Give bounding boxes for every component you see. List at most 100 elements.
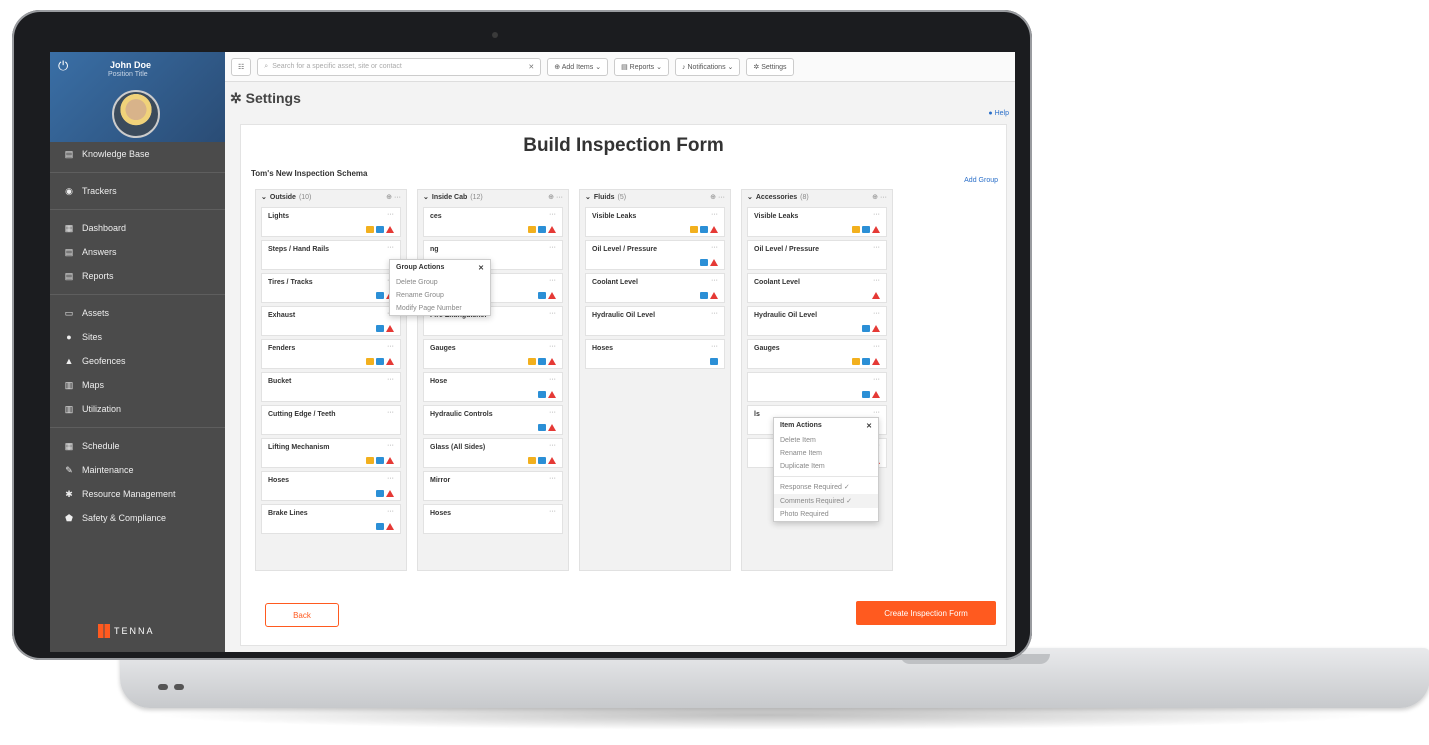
create-inspection-form-button[interactable]: Create Inspection Form <box>856 601 996 625</box>
sidebar-item-dashboard[interactable]: ▦ Dashboard <box>50 216 225 240</box>
form-item-card[interactable]: Lifting Mechanism ··· <box>261 438 401 468</box>
group-header[interactable]: ⌄ Outside (10) ⊕ ··· <box>256 190 406 204</box>
more-icon[interactable]: ··· <box>873 409 880 416</box>
avatar[interactable] <box>112 90 160 138</box>
more-icon[interactable]: ··· <box>711 343 718 350</box>
menu-item-rename-group[interactable]: Rename Group <box>390 289 490 302</box>
more-icon[interactable]: ··· <box>549 277 556 284</box>
help-link[interactable]: ● Help <box>988 110 1009 117</box>
more-icon[interactable]: ··· <box>873 343 880 350</box>
add-items-button[interactable]: ⊕ Add Items ⌄ <box>547 57 609 76</box>
sidebar-item-trackers[interactable]: ◉ Trackers <box>50 179 225 203</box>
group-header[interactable]: ⌄ Inside Cab (12) ⊕ ··· <box>418 190 568 204</box>
more-icon[interactable]: ··· <box>549 508 556 515</box>
add-group-link[interactable]: Add Group <box>964 177 998 184</box>
sidebar-item-maintenance[interactable]: ✎ Maintenance <box>50 458 225 482</box>
more-icon[interactable]: ··· <box>387 508 394 515</box>
form-item-card[interactable]: Hoses ··· <box>423 504 563 534</box>
settings-button[interactable]: ✲ Settings <box>746 57 794 76</box>
sidebar-item-utilization[interactable]: ▥ Utilization <box>50 397 225 421</box>
form-item-card[interactable]: Tires / Tracks··· <box>261 273 401 303</box>
form-item-card[interactable]: Hydraulic Oil Level ··· <box>585 306 725 336</box>
menu-item-rename-item[interactable]: Rename Item <box>774 447 878 460</box>
chevron-down-icon[interactable]: ⌄ <box>261 193 267 201</box>
more-icon[interactable]: ··· <box>873 376 880 383</box>
chevron-down-icon[interactable]: ⌄ <box>747 193 753 201</box>
form-item-card[interactable]: ces ··· <box>423 207 563 237</box>
sidebar-item-knowledge-base[interactable]: ▤ Knowledge Base <box>50 142 225 166</box>
more-icon[interactable]: ··· <box>387 409 394 416</box>
more-icon[interactable]: ··· <box>387 244 394 251</box>
sidebar-item-maps[interactable]: ▥ Maps <box>50 373 225 397</box>
more-icon[interactable]: ··· <box>387 376 394 383</box>
form-item-card[interactable]: Coolant Level ··· <box>585 273 725 303</box>
more-icon[interactable]: ··· <box>549 211 556 218</box>
clear-search-icon[interactable]: ✕ <box>528 63 534 71</box>
form-item-card[interactable]: Hydraulic Oil Level ··· <box>747 306 887 336</box>
search-input[interactable]: ⌕ Search for a specific asset, site or c… <box>257 57 542 76</box>
form-item-card[interactable]: Steps / Hand Rails ··· <box>261 240 401 270</box>
form-item-card[interactable]: Coolant Level ··· <box>747 273 887 303</box>
form-item-card[interactable]: Hoses ··· <box>585 339 725 369</box>
more-icon[interactable]: ··· <box>873 244 880 251</box>
form-item-card[interactable]: Visible Leaks ··· <box>747 207 887 237</box>
form-item-card[interactable]: Oil Level / Pressure ··· <box>747 240 887 270</box>
form-item-card[interactable]: Hoses ··· <box>261 471 401 501</box>
more-icon[interactable]: ··· <box>718 194 725 201</box>
toggle-response-required[interactable]: Response Required ✓ <box>774 480 878 494</box>
sidebar-item-resource-management[interactable]: ✱ Resource Management <box>50 482 225 506</box>
group-header[interactable]: ⌄ Fluids (5) ⊕ ··· <box>580 190 730 204</box>
form-item-card[interactable]: Oil Level / Pressure ··· <box>585 240 725 270</box>
chevron-down-icon[interactable]: ⌄ <box>585 193 591 201</box>
more-icon[interactable]: ··· <box>549 310 556 317</box>
more-icon[interactable]: ··· <box>387 211 394 218</box>
form-item-card[interactable]: Bucket ··· <box>261 372 401 402</box>
more-icon[interactable]: ··· <box>549 442 556 449</box>
more-icon[interactable]: ··· <box>711 277 718 284</box>
more-icon[interactable]: ··· <box>549 409 556 416</box>
toggle-comments-required[interactable]: Comments Required ✓ <box>774 494 878 508</box>
more-icon[interactable]: ··· <box>549 244 556 251</box>
menu-item-delete-group[interactable]: Delete Group <box>390 276 490 289</box>
schema-name[interactable]: Tom's New Inspection Schema <box>251 169 367 178</box>
reports-button[interactable]: ▤ Reports ⌄ <box>614 57 669 76</box>
form-item-card[interactable]: ··· <box>747 372 887 402</box>
sidebar-item-assets[interactable]: ▭ Assets <box>50 301 225 325</box>
form-item-card[interactable]: Gauges ··· <box>423 339 563 369</box>
group-header[interactable]: ⌄ Accessories (8) ⊕ ··· <box>742 190 892 204</box>
more-icon[interactable]: ··· <box>711 244 718 251</box>
form-item-card[interactable]: Lights ··· <box>261 207 401 237</box>
chevron-down-icon[interactable]: ⌄ <box>423 193 429 201</box>
form-item-card[interactable]: Visible Leaks ··· <box>585 207 725 237</box>
menu-item-delete-item[interactable]: Delete Item <box>774 434 878 447</box>
add-item-icon[interactable]: ⊕ <box>548 194 554 201</box>
add-item-icon[interactable]: ⊕ <box>386 194 392 201</box>
more-icon[interactable]: ··· <box>711 310 718 317</box>
power-icon[interactable]: ⏻ <box>58 58 68 74</box>
sidebar-item-safety-compliance[interactable]: ⬟ Safety & Compliance <box>50 506 225 530</box>
form-item-card[interactable]: Gauges ··· <box>747 339 887 369</box>
toggle-photo-required[interactable]: Photo Required <box>774 508 878 521</box>
sidebar-item-answers[interactable]: ▤ Answers <box>50 240 225 264</box>
back-button[interactable]: Back <box>265 603 339 627</box>
form-item-card[interactable]: Mirror ··· <box>423 471 563 501</box>
sidebar-item-sites[interactable]: ● Sites <box>50 325 225 349</box>
sidebar-item-geofences[interactable]: ▲ Geofences <box>50 349 225 373</box>
more-icon[interactable]: ··· <box>549 475 556 482</box>
more-icon[interactable]: ··· <box>387 343 394 350</box>
form-item-card[interactable]: Cutting Edge / Teeth ··· <box>261 405 401 435</box>
form-item-card[interactable]: Glass (All Sides) ··· <box>423 438 563 468</box>
more-icon[interactable]: ··· <box>880 194 887 201</box>
more-icon[interactable]: ··· <box>394 194 401 201</box>
menu-item-modify-page-number[interactable]: Modify Page Number <box>390 302 490 315</box>
more-icon[interactable]: ··· <box>873 211 880 218</box>
more-icon[interactable]: ··· <box>556 194 563 201</box>
sidebar-item-schedule[interactable]: ▦ Schedule <box>50 434 225 458</box>
more-icon[interactable]: ··· <box>387 475 394 482</box>
more-icon[interactable]: ··· <box>873 277 880 284</box>
sidebar-item-reports[interactable]: ▤ Reports <box>50 264 225 288</box>
close-icon[interactable]: ✕ <box>478 264 484 272</box>
form-item-card[interactable]: Hydraulic Controls ··· <box>423 405 563 435</box>
more-icon[interactable]: ··· <box>387 442 394 449</box>
form-item-card[interactable]: Fenders ··· <box>261 339 401 369</box>
